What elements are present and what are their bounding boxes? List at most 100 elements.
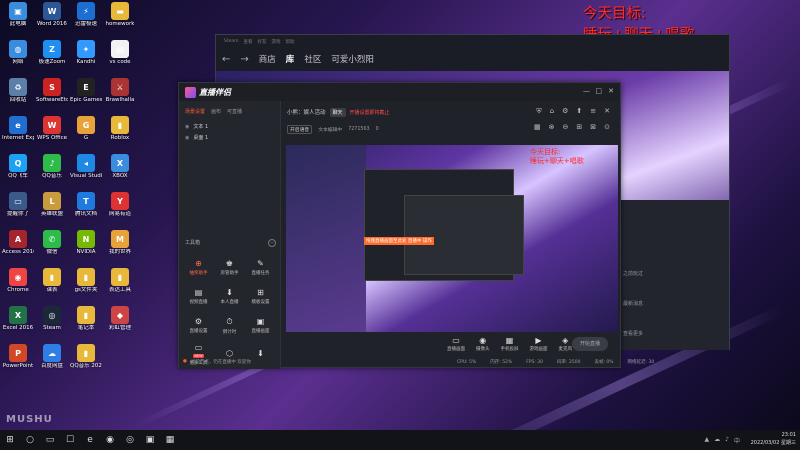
desktop-icon[interactable]: X Excel 2016 <box>2 306 34 344</box>
steam-nav-library[interactable]: 库 <box>286 53 295 65</box>
steam-side-row[interactable]: 最新消息 <box>619 300 729 310</box>
tool-item[interactable]: ⊞ 模板设置 <box>245 282 276 311</box>
grid-icon[interactable]: ▦ <box>534 123 541 131</box>
desktop-icon[interactable]: ▮ Roblox <box>104 116 136 154</box>
desktop-icon[interactable]: GG <box>70 116 102 154</box>
steam-nav-profile[interactable]: 可爱小烈阳 <box>331 53 374 65</box>
scene-item-desktop[interactable]: ◉ 桌面 1 <box>179 132 280 143</box>
desktop-icon[interactable]: ◆ 彩虹管理 <box>104 306 136 344</box>
steam-nav-store[interactable]: 商店 <box>259 53 276 65</box>
crop-icon[interactable]: ⊠ <box>590 123 596 131</box>
minimize-icon[interactable]: — <box>583 87 590 95</box>
tool-item[interactable]: ▣ 直播画面 <box>245 311 276 340</box>
home-icon[interactable]: ⌂ <box>550 107 554 116</box>
desktop-icon[interactable]: ▭ 提醒你了 <box>2 192 34 230</box>
tray-icon[interactable]: 中 <box>734 436 740 445</box>
shield-icon[interactable]: ⛨ <box>536 107 541 116</box>
tool-item[interactable]: ⚙ 直播设置 <box>183 311 214 340</box>
go-live-button[interactable]: 开始直播 <box>572 337 608 351</box>
desktop-icon[interactable]: N NVIDIA <box>70 230 102 268</box>
tab-canvas[interactable]: 画布 <box>211 108 221 115</box>
gear-icon[interactable]: ⚙ <box>562 107 568 116</box>
scene-item-text[interactable]: ◉ 文本 1 <box>179 121 280 132</box>
tray-icon[interactable]: ☁ <box>714 436 720 445</box>
desktop-icon[interactable]: Z 极速Zoom <box>36 40 68 78</box>
maximize-icon[interactable]: □ <box>595 87 602 95</box>
desktop-icon[interactable]: ▮ QQ音乐 2021 <box>70 344 102 382</box>
steam-menu-item[interactable]: 好友 <box>258 39 267 45</box>
taskbar-app-icon[interactable]: ▭ <box>40 430 60 450</box>
taskbar-app-icon[interactable]: ▦ <box>160 430 180 450</box>
tool-item[interactable]: ⬇ 本人直播 <box>214 282 245 311</box>
desktop-icon[interactable]: P PowerPoint <box>2 344 34 382</box>
forward-arrow-icon[interactable]: → <box>240 54 248 65</box>
desktop-icon[interactable]: W WPS Office <box>36 116 68 154</box>
steam-side-row[interactable]: 之前玩过 <box>619 270 729 280</box>
desktop-icon[interactable]: ▮ 课表 <box>36 268 68 306</box>
eye-icon[interactable]: ◉ <box>185 135 189 141</box>
taskbar-app-icon[interactable]: ◉ <box>100 430 120 450</box>
desktop-icon[interactable]: ◍ 网络 <box>2 40 34 78</box>
desktop-icon[interactable]: ⚡ 迅雷极速 <box>70 2 102 40</box>
tool-item[interactable]: ♚ 房管助手 <box>214 253 245 282</box>
upload-icon[interactable]: ⬆ <box>576 107 582 116</box>
desktop-icon[interactable] <box>104 344 136 382</box>
source-button[interactable]: ▶ 游戏画面 <box>530 336 548 352</box>
steam-menu-item[interactable]: 游戏 <box>272 39 281 45</box>
back-arrow-icon[interactable]: ← <box>222 54 230 65</box>
steam-nav-community[interactable]: 社区 <box>304 53 321 65</box>
desktop-icon[interactable]: ▮ gs文件夹 <box>70 268 102 306</box>
target-icon[interactable]: ⊙ <box>604 123 610 131</box>
desktop-icon[interactable]: T 腾讯文档 <box>70 192 102 230</box>
app-titlebar[interactable]: 直播伴侣 — □ ✕ <box>179 83 620 101</box>
desktop-icon[interactable]: ▬ homework <box>104 2 136 40</box>
tab-scene-settings[interactable]: 场景设置 <box>185 108 205 115</box>
live-companion-window[interactable]: 直播伴侣 — □ ✕ 场景设置 画布 可直播 ◉ 文本 1 ◉ 桌面 1 工具箱… <box>178 82 654 369</box>
desktop-icon[interactable]: E Epic Games <box>70 78 102 116</box>
tray-icon[interactable]: ▲ <box>705 436 710 445</box>
taskbar-app-icon[interactable]: ○ <box>20 430 40 450</box>
steam-menu-item[interactable]: Steam <box>224 39 239 44</box>
taskbar-app-icon[interactable]: ☐ <box>60 430 80 450</box>
desktop-icon[interactable]: A Access 2016 <box>2 230 34 268</box>
taskbar-app-icon[interactable]: ◎ <box>120 430 140 450</box>
desktop-icon[interactable]: ☁ 百度网盘 <box>36 344 68 382</box>
tool-item[interactable]: ✎ 直播任务 <box>245 253 276 282</box>
tray-icon[interactable]: ♪ <box>725 436 729 445</box>
menu-icon[interactable]: ≡ <box>590 107 596 116</box>
plus-icon[interactable]: ⊞ <box>576 123 582 131</box>
source-button[interactable]: ◈ 麦克风 <box>559 336 573 352</box>
desktop-icon[interactable]: S SoftwareEtc <box>36 78 68 116</box>
taskbar-app-icon[interactable]: ▣ <box>140 430 160 450</box>
desktop-icon[interactable]: L 英雄联盟 <box>36 192 68 230</box>
desktop-icon[interactable]: ◎ Steam <box>36 306 68 344</box>
source-button[interactable]: ◉ 摄像头 <box>476 336 490 352</box>
close-icon[interactable]: ✕ <box>604 107 610 116</box>
desktop-icon[interactable]: ✦ Kandhi <box>70 40 102 78</box>
room-category-tag[interactable]: 聊天 <box>329 107 346 117</box>
source-button[interactable]: ▦ 手机投屏 <box>501 336 519 352</box>
steam-side-row[interactable]: 查看更多 <box>619 330 729 340</box>
source-button[interactable]: ▭ 直播画面 <box>447 336 465 352</box>
desktop-icon[interactable]: ▮ 表达工具 <box>104 268 136 306</box>
tool-item[interactable]: ⏱ 倒计时 <box>214 311 245 340</box>
desktop-icon[interactable]: X XBOX <box>104 154 136 192</box>
tool-item[interactable]: ⊕ 抽奖助手 <box>183 253 214 282</box>
steam-menu-item[interactable]: 查看 <box>244 39 253 45</box>
desktop-icon[interactable]: M 我的世界 <box>104 230 136 268</box>
desktop-icon[interactable]: ▮ 笔记本 <box>70 306 102 344</box>
desktop-icon[interactable]: ⚔ Brawlhalla <box>104 78 136 116</box>
steam-menu-item[interactable]: 帮助 <box>286 39 295 45</box>
desktop-icon[interactable]: W Word 2016 <box>36 2 68 40</box>
desktop-icon[interactable]: ▤ vs code <box>104 40 136 78</box>
room-title[interactable]: 小熊：娱人活动 <box>287 108 326 116</box>
desktop-icon[interactable]: Y 网易有道 <box>104 192 136 230</box>
block-icon[interactable]: ⊗ <box>549 123 555 131</box>
clock[interactable]: 23:01 2022/03/02 星期三 <box>751 431 796 447</box>
close-icon[interactable]: ✕ <box>608 87 614 95</box>
desktop-icon[interactable]: ◉ Chrome <box>2 268 34 306</box>
desktop-icon[interactable]: ♪ QQ音乐 <box>36 154 68 192</box>
tool-item[interactable]: ▤ 视频直播 <box>183 282 214 311</box>
desktop-icon[interactable]: ✆ 微信 <box>36 230 68 268</box>
desktop-icon[interactable]: Q QQ飞车 <box>2 154 34 192</box>
